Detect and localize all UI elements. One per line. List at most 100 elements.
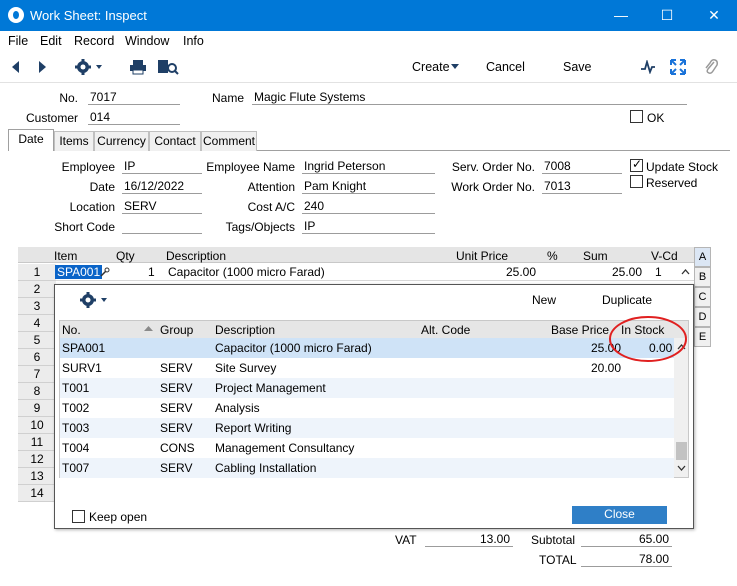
row1-description-cell[interactable]: Capacitor (1000 micro Farad) <box>168 265 325 279</box>
row-number[interactable]: 12 <box>18 451 56 468</box>
maximize-button[interactable]: ☐ <box>644 0 690 31</box>
tab-contact[interactable]: Contact <box>149 131 201 151</box>
popup-gear-icon[interactable] <box>79 291 109 309</box>
row-number[interactable]: 2 <box>18 281 56 298</box>
expand-icon[interactable] <box>670 59 686 75</box>
location-field[interactable]: SERV <box>122 199 202 214</box>
cost-label: Cost A/C <box>247 200 295 214</box>
tab-comment[interactable]: Comment <box>201 131 257 151</box>
item-lookup-icon[interactable] <box>100 267 110 277</box>
col-no-header[interactable]: No. <box>62 323 81 337</box>
tags-field[interactable]: IP <box>302 219 435 234</box>
highlight-circle <box>609 316 687 362</box>
pulse-icon[interactable] <box>640 60 656 74</box>
print-icon[interactable] <box>129 59 147 75</box>
row-number[interactable]: 10 <box>18 417 56 434</box>
popup-scroll-thumb[interactable] <box>676 442 687 460</box>
col-group-header[interactable]: Group <box>160 323 193 337</box>
operations-gear-icon[interactable] <box>74 58 104 76</box>
scroll-up-icon[interactable] <box>681 268 690 275</box>
short-code-field[interactable] <box>122 219 202 234</box>
row-number[interactable]: 3 <box>18 298 56 315</box>
col-description-header[interactable]: Description <box>215 323 275 337</box>
attention-field[interactable]: Pam Knight <box>302 179 435 194</box>
col-base-price-header[interactable]: Base Price <box>551 323 609 337</box>
date-field[interactable]: 16/12/2022 <box>122 179 202 194</box>
menu-info[interactable]: Info <box>183 34 204 48</box>
attention-label: Attention <box>247 180 295 194</box>
work-order-field[interactable]: 7013 <box>542 179 622 194</box>
reserved-checkbox[interactable] <box>630 175 643 188</box>
keep-open-checkbox[interactable] <box>72 510 85 523</box>
list-item-description: Report Writing <box>215 421 292 435</box>
list-item-no: T004 <box>62 441 90 455</box>
list-item[interactable]: T007 SERV Cabling Installation <box>60 458 674 478</box>
side-tab-e[interactable]: E <box>694 327 711 347</box>
row-number[interactable]: 8 <box>18 383 56 400</box>
row-number[interactable]: 14 <box>18 485 56 502</box>
ok-checkbox[interactable] <box>630 110 643 123</box>
col-alt-code-header[interactable]: Alt. Code <box>421 323 470 337</box>
popup-close-button[interactable]: Close <box>572 506 667 524</box>
tab-currency[interactable]: Currency <box>94 131 149 151</box>
list-item[interactable]: T003 SERV Report Writing <box>60 418 674 438</box>
list-item-description: Management Consultancy <box>215 441 355 455</box>
item-selection-popup: New Duplicate No. Group Description Alt.… <box>54 284 694 529</box>
employee-name-label: Employee Name <box>206 160 295 174</box>
side-tab-a[interactable]: A <box>694 247 711 267</box>
update-stock-checkbox[interactable] <box>630 157 643 172</box>
close-window-button[interactable]: ✕ <box>691 0 737 31</box>
cancel-button[interactable]: Cancel <box>486 60 525 74</box>
cost-field[interactable]: 240 <box>302 199 435 214</box>
customer-field[interactable]: 014 <box>88 110 180 125</box>
minimize-button[interactable]: — <box>598 0 644 31</box>
create-button[interactable]: Create <box>412 60 450 74</box>
sort-asc-icon[interactable] <box>144 326 153 332</box>
menu-edit[interactable]: Edit <box>40 34 62 48</box>
list-item[interactable]: T001 SERV Project Management <box>60 378 674 398</box>
row-number[interactable]: 13 <box>18 468 56 485</box>
row-number[interactable]: 9 <box>18 400 56 417</box>
row-number[interactable]: 1 <box>18 264 56 281</box>
row1-qty-cell[interactable]: 1 <box>148 265 155 279</box>
side-tab-b[interactable]: B <box>694 267 711 287</box>
menu-record[interactable]: Record <box>74 34 114 48</box>
create-dropdown-icon[interactable] <box>451 64 459 70</box>
row-number[interactable]: 11 <box>18 434 56 451</box>
tab-date[interactable]: Date <box>8 129 54 151</box>
row-number[interactable]: 5 <box>18 332 56 349</box>
no-field[interactable]: 7017 <box>88 90 180 105</box>
menu-window[interactable]: Window <box>125 34 169 48</box>
row-number[interactable]: 4 <box>18 315 56 332</box>
row-number[interactable]: 7 <box>18 366 56 383</box>
row1-item-cell[interactable]: SPA001 <box>55 265 103 279</box>
list-item[interactable]: SPA001 Capacitor (1000 micro Farad) 25.0… <box>60 338 674 358</box>
row1-unit-price-cell[interactable]: 25.00 <box>506 265 536 279</box>
menu-bar: File Edit Record Window Info <box>0 31 737 51</box>
list-item[interactable]: SURV1 SERV Site Survey 20.00 <box>60 358 674 378</box>
list-item-description: Cabling Installation <box>215 461 317 475</box>
serv-order-field[interactable]: 7008 <box>542 159 622 174</box>
attachment-icon[interactable] <box>704 58 718 76</box>
next-record-icon[interactable] <box>38 60 48 74</box>
vat-label: VAT <box>395 533 417 547</box>
popup-duplicate-button[interactable]: Duplicate <box>602 293 652 307</box>
tab-items[interactable]: Items <box>54 131 94 151</box>
list-item[interactable]: T002 SERV Analysis <box>60 398 674 418</box>
side-tab-c[interactable]: C <box>694 287 711 307</box>
row1-vcd-cell[interactable]: 1 <box>655 265 662 279</box>
employee-field[interactable]: IP <box>122 159 202 174</box>
name-field[interactable]: Magic Flute Systems <box>252 90 687 105</box>
menu-file[interactable]: File <box>8 34 28 48</box>
popup-scroll-down-icon[interactable] <box>677 465 686 472</box>
row-number[interactable]: 6 <box>18 349 56 366</box>
popup-new-button[interactable]: New <box>532 293 556 307</box>
previous-record-icon[interactable] <box>10 60 20 74</box>
list-item[interactable]: T004 CONS Management Consultancy <box>60 438 674 458</box>
save-button[interactable]: Save <box>563 60 592 74</box>
side-tab-d[interactable]: D <box>694 307 711 327</box>
employee-name-field[interactable]: Ingrid Peterson <box>302 159 435 174</box>
window-title: Work Sheet: Inspect <box>30 8 147 23</box>
print-preview-icon[interactable] <box>157 59 179 75</box>
row1-sum-cell[interactable]: 25.00 <box>612 265 642 279</box>
